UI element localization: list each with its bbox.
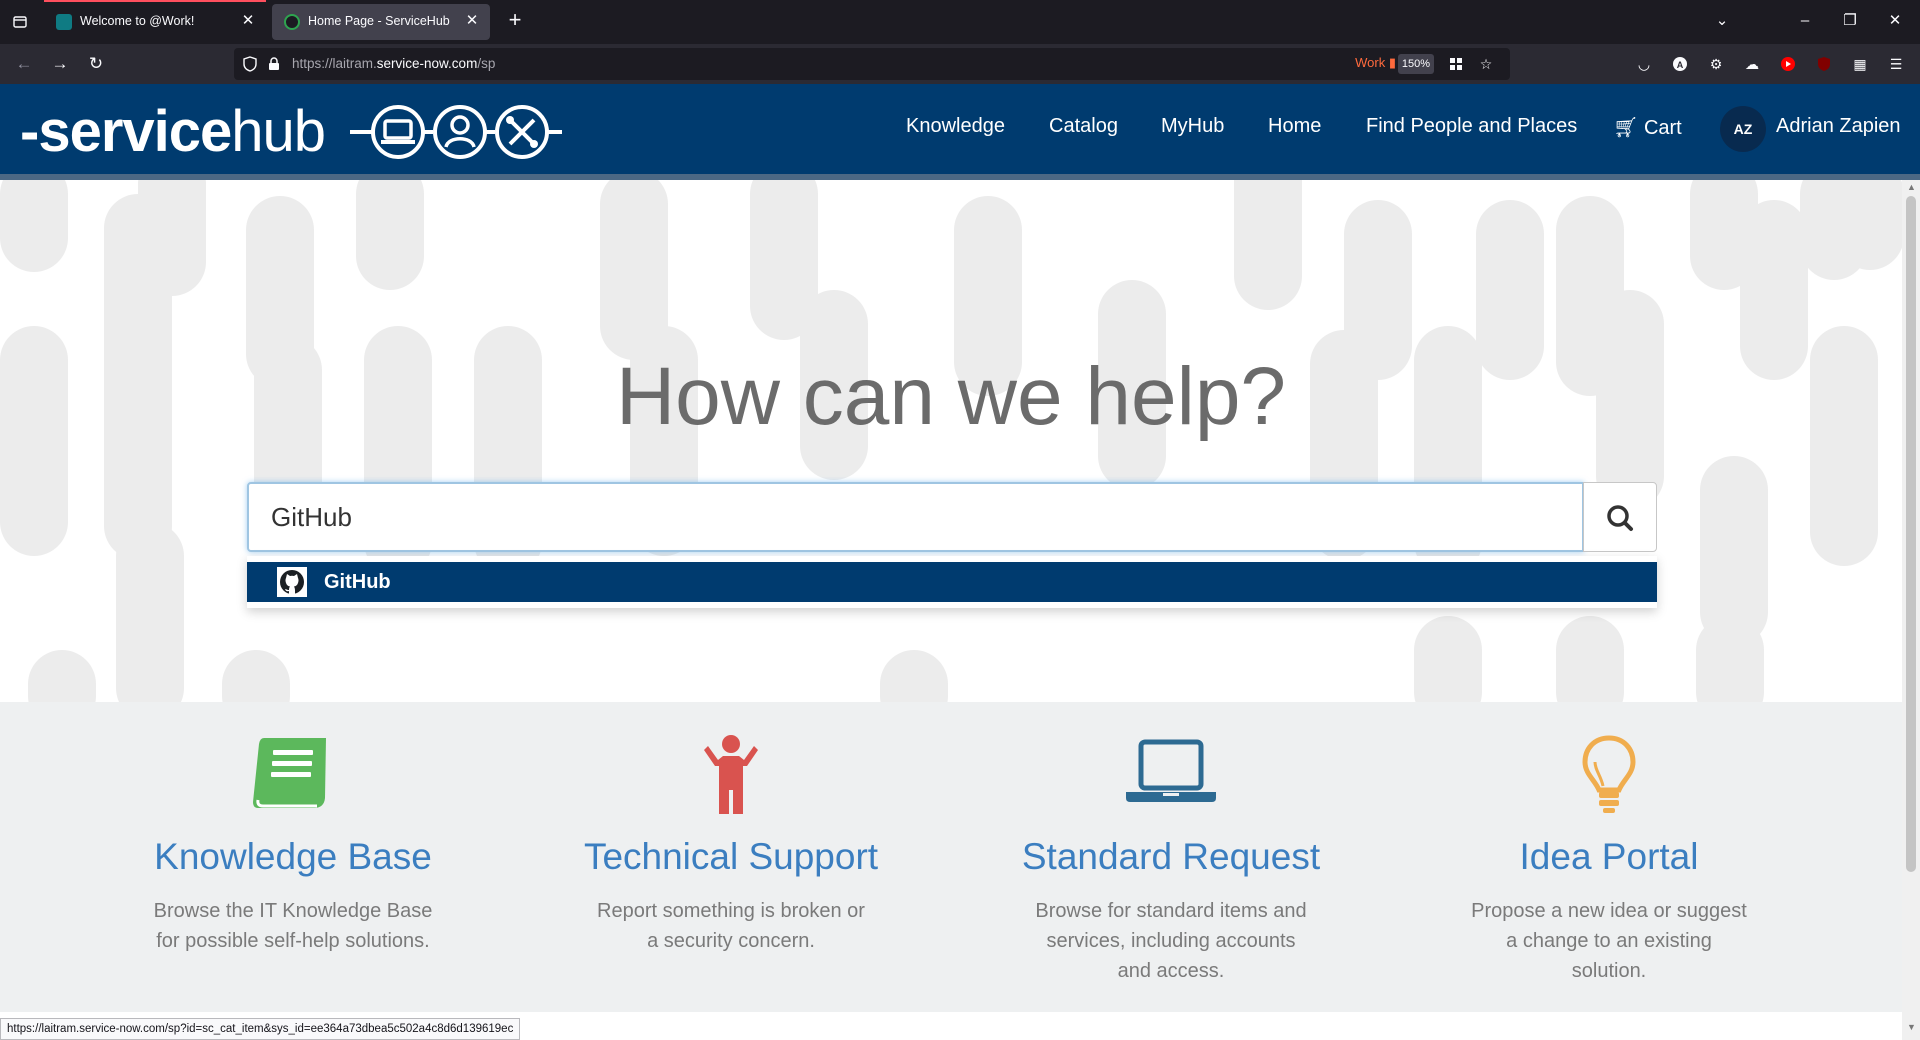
logo-text: -servicehub <box>20 99 326 164</box>
card-description: Browse the IT Knowledge Base for possibl… <box>153 900 433 952</box>
lock-icon[interactable] <box>264 54 284 74</box>
account-icon[interactable]: A <box>1670 54 1690 74</box>
logo-prefix: -service <box>20 99 232 164</box>
card-knowledge-base[interactable]: Knowledge Base Browse the IT Knowledge B… <box>73 702 513 1012</box>
suggestion-item[interactable]: GitHub <box>247 562 1657 602</box>
close-window-icon[interactable]: ✕ <box>1880 8 1910 34</box>
restore-icon[interactable]: ❐ <box>1835 8 1865 34</box>
scroll-thumb[interactable] <box>1906 196 1916 872</box>
tab-title: Home Page - ServiceHub <box>308 14 450 28</box>
ublock-icon[interactable] <box>1814 54 1834 74</box>
zoom-level-badge[interactable]: 150% <box>1398 54 1434 74</box>
back-icon[interactable]: ← <box>12 53 36 75</box>
site-header: -servicehub Knowledge Catalog MyHub Home… <box>0 84 1920 174</box>
github-icon <box>277 567 307 597</box>
nav-catalog[interactable]: Catalog <box>1049 115 1118 138</box>
search-input[interactable] <box>247 482 1584 552</box>
suggestion-label: GitHub <box>324 571 391 593</box>
extension-cloud-icon[interactable]: ☁ <box>1742 54 1762 74</box>
tab-container-accent <box>44 0 266 2</box>
nav-knowledge[interactable]: Knowledge <box>906 115 1005 138</box>
cart-label: Cart <box>1643 117 1682 139</box>
apps-grid-icon[interactable]: ▦ <box>1850 54 1870 74</box>
card-title[interactable]: Knowledge Base <box>73 836 513 878</box>
card-title[interactable]: Standard Request <box>951 836 1391 878</box>
tab-close-icon[interactable]: ✕ <box>238 11 258 31</box>
nav-myhub[interactable]: MyHub <box>1161 115 1224 138</box>
link-status-bar: https://laitram.service-now.com/sp?id=sc… <box>0 1018 521 1040</box>
nav-home[interactable]: Home <box>1268 115 1321 138</box>
nav-cart[interactable]: 🛒︎ Cart <box>1613 115 1682 140</box>
new-tab-icon[interactable]: + <box>503 9 527 33</box>
reader-grid-icon[interactable] <box>1446 54 1466 74</box>
book-icon <box>253 738 326 808</box>
menu-icon[interactable]: ☰ <box>1886 54 1906 74</box>
browser-tab-welcome[interactable]: Welcome to @Work! ✕ <box>44 0 266 40</box>
url-bar[interactable]: https://laitram.service-now.com/sp Work … <box>234 48 1510 80</box>
browser-tab-servicehub[interactable]: Home Page - ServiceHub ✕ <box>272 4 490 40</box>
reload-icon[interactable]: ↻ <box>84 53 108 75</box>
user-name[interactable]: Adrian Zapien <box>1776 115 1901 138</box>
bookmark-star-icon[interactable]: ☆ <box>1476 54 1496 74</box>
card-description: Browse for standard items and services, … <box>1035 900 1307 982</box>
sharepoint-favicon-icon <box>56 14 72 30</box>
tracking-shield-icon[interactable] <box>240 54 260 74</box>
list-all-tabs-icon[interactable]: ⌄ <box>1707 8 1737 34</box>
card-title[interactable]: Technical Support <box>511 836 951 878</box>
feature-cards: Knowledge Base Browse the IT Knowledge B… <box>0 702 1902 1012</box>
briefcase-icon: ▮ <box>1388 55 1396 70</box>
container-label[interactable]: Work ▮ <box>1355 55 1396 71</box>
minimize-icon[interactable]: – <box>1790 8 1820 34</box>
url-path: /sp <box>477 56 496 71</box>
card-idea-portal[interactable]: Idea Portal Propose a new idea or sugges… <box>1389 702 1829 1012</box>
cart-icon: 🛒︎ <box>1613 117 1639 139</box>
card-description: Propose a new idea or suggest a change t… <box>1471 900 1747 982</box>
laptop-icon <box>1126 739 1216 802</box>
tab-list-icon[interactable] <box>8 11 32 33</box>
scroll-down-arrow-icon[interactable]: ▼ <box>1907 1022 1916 1032</box>
browser-tab-bar: Welcome to @Work! ✕ Home Page - ServiceH… <box>0 0 1920 44</box>
hero-section: How can we help? GitHub <box>0 180 1902 702</box>
forward-icon[interactable]: → <box>48 53 72 75</box>
search-icon <box>1607 505 1633 531</box>
url-text[interactable]: https://laitram.service-now.com/sp <box>292 56 495 71</box>
search-bar <box>247 482 1657 552</box>
logo-suffix: hub <box>231 99 326 164</box>
hero-title: How can we help? <box>615 351 1287 442</box>
container-name: Work <box>1355 55 1386 70</box>
avatar[interactable]: AZ <box>1720 106 1766 152</box>
page-scrollbar[interactable]: ▲ ▼ <box>1902 180 1920 1040</box>
scroll-up-arrow-icon[interactable]: ▲ <box>1907 182 1916 192</box>
tab-close-icon[interactable]: ✕ <box>462 11 482 31</box>
logo-icons <box>350 105 562 159</box>
search-button[interactable] <box>1583 482 1657 552</box>
url-prefix: https://laitram. <box>292 56 377 71</box>
card-technical-support[interactable]: Technical Support Report something is br… <box>511 702 951 1012</box>
card-standard-request[interactable]: Standard Request Browse for standard ite… <box>951 702 1391 1012</box>
person-icon <box>704 735 758 814</box>
extensions-icon[interactable]: ⚙ <box>1706 54 1726 74</box>
url-domain: service-now.com <box>376 56 478 71</box>
lightbulb-icon <box>1582 735 1636 813</box>
card-description: Report something is broken or a security… <box>597 900 865 952</box>
tab-title: Welcome to @Work! <box>80 14 195 28</box>
browser-nav-bar: ← → ↻ https://laitram.service-now.com/sp… <box>0 44 1920 84</box>
card-title[interactable]: Idea Portal <box>1389 836 1829 878</box>
nav-find-people-and-places[interactable]: Find People and Places <box>1366 115 1577 138</box>
search-suggestions: GitHub <box>247 556 1657 608</box>
servicehub-favicon-icon <box>284 14 300 30</box>
svg-text:A: A <box>1677 60 1684 70</box>
youtube-extension-icon[interactable] <box>1778 54 1798 74</box>
pocket-icon[interactable]: ◡ <box>1634 54 1654 74</box>
